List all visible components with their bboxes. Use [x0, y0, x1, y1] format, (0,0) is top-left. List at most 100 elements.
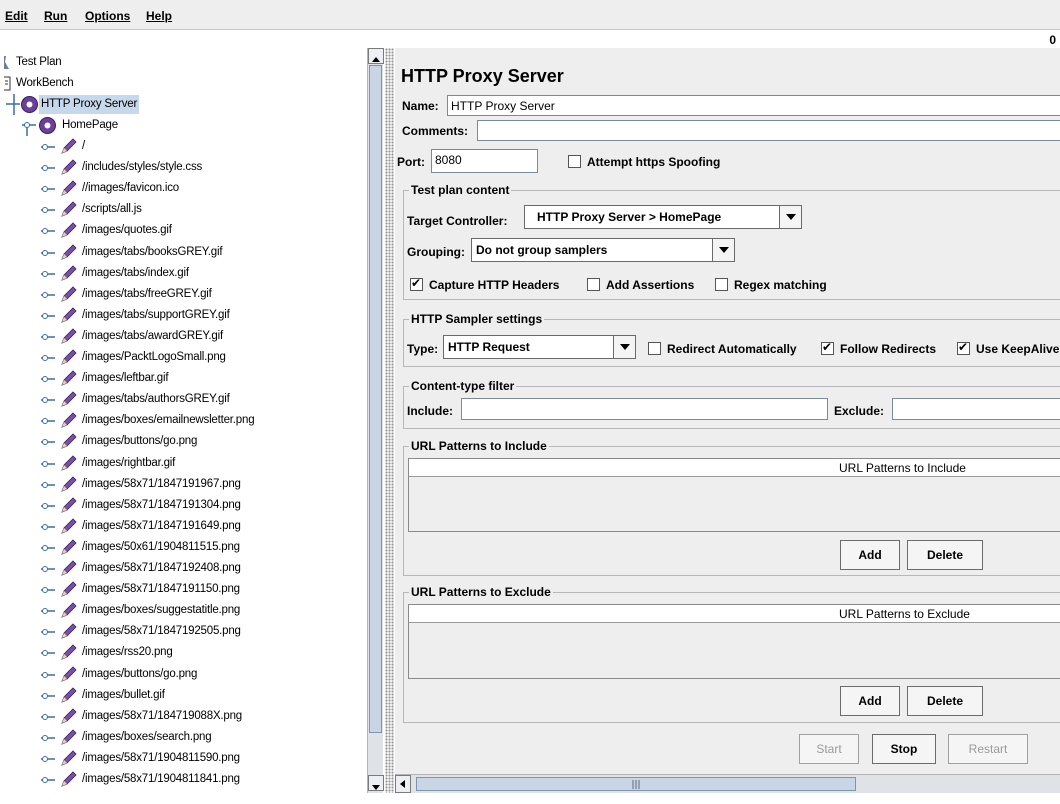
scroll-thumb[interactable]: [416, 777, 856, 791]
tree-node-sampler[interactable]: /images/58x71/1847191967.png: [4, 474, 368, 495]
tree-label: /images/tabs/index.gif: [82, 266, 189, 279]
use-keepalive-checkbox[interactable]: [957, 340, 970, 355]
tree-label: /: [82, 140, 85, 152]
include-patterns-table[interactable]: URL Patterns to Include: [408, 458, 1060, 532]
port-field[interactable]: 8080: [431, 149, 538, 173]
tree-label: /images/58x71/1904811590.png: [82, 751, 240, 764]
tree-node-sampler[interactable]: /images/58x71/1847191304.png: [4, 495, 368, 516]
tree-node-sampler[interactable]: /images/58x71/1847191150.png: [4, 579, 368, 600]
tree-connector-icon: [41, 355, 55, 361]
tree-connector-icon: [41, 249, 55, 256]
tree-connector-icon: [41, 587, 55, 594]
pencil-icon: [61, 265, 77, 281]
arrow-down-icon: [372, 785, 380, 790]
menu-run[interactable]: Run: [44, 9, 67, 23]
tree-label: HTTP Proxy Server: [39, 95, 140, 114]
regex-matching-checkbox[interactable]: [715, 278, 728, 291]
pencil-icon: [61, 391, 77, 407]
tree-node-sampler[interactable]: /images/tabs/index.gif: [4, 263, 368, 284]
tree-node-sampler[interactable]: /images/tabs/authorsGREY.gif: [4, 389, 368, 410]
tree-node-sampler[interactable]: /images/boxes/emailnewsletter.png: [4, 410, 368, 431]
tree-node-sampler[interactable]: /images/58x71/1847192408.png: [4, 558, 368, 579]
tree-connector-icon: [41, 270, 55, 277]
tree-node-sampler[interactable]: /images/58x71/1904811590.png: [4, 748, 368, 769]
tree-node-sampler[interactable]: /images/58x71/1904811841.png: [4, 769, 368, 790]
panel-horizontal-scrollbar[interactable]: [395, 774, 1060, 793]
tree-node-sampler[interactable]: //images/favicon.ico: [4, 178, 368, 199]
capture-headers-checkbox[interactable]: [410, 276, 423, 291]
grouping-label: Grouping:: [407, 245, 465, 259]
sampler-type-dropdown[interactable]: HTTP Request: [443, 335, 636, 359]
tree-node-sampler[interactable]: /images/tabs/freeGREY.gif: [4, 284, 368, 305]
tree-vertical-scrollbar[interactable]: [367, 48, 384, 793]
exclude-patterns-table[interactable]: URL Patterns to Exclude: [408, 604, 1060, 679]
tree-node-sampler[interactable]: /images/58x71/1847191649.png: [4, 516, 368, 537]
menu-options[interactable]: Options: [85, 9, 130, 23]
tree-node-sampler[interactable]: /images/58x71/1847192505.png: [4, 621, 368, 642]
table-header[interactable]: URL Patterns to Include: [409, 459, 1060, 477]
tree-label: /images/58x71/1847191649.png: [82, 519, 241, 532]
tree-node-homepage[interactable]: HomePage: [4, 115, 368, 136]
https-spoofing-checkbox[interactable]: [568, 155, 581, 168]
add-assertions-checkbox[interactable]: [587, 278, 600, 291]
tree-node-sampler[interactable]: /images/tabs/supportGREY.gif: [4, 305, 368, 326]
add-include-pattern-button[interactable]: Add: [840, 540, 900, 570]
restart-button[interactable]: Restart: [948, 734, 1028, 764]
tree-node-http-proxy-server[interactable]: HTTP Proxy Server: [4, 94, 368, 115]
tree-connector-icon: [41, 650, 55, 657]
tree-node-sampler[interactable]: /images/boxes/search.png: [4, 727, 368, 748]
start-button[interactable]: Start: [799, 734, 859, 764]
https-spoofing-label: Attempt https Spoofing: [587, 155, 721, 169]
comments-field[interactable]: [477, 120, 1060, 141]
tree-node-sampler[interactable]: /images/58x71/184719088X.png: [4, 706, 368, 727]
pencil-icon: [61, 518, 77, 534]
stop-button[interactable]: Stop: [872, 734, 936, 764]
target-controller-dropdown[interactable]: HTTP Proxy Server > HomePage: [524, 205, 802, 229]
scroll-up-button[interactable]: [368, 48, 384, 64]
tree-node-sampler[interactable]: /images/rightbar.gif: [4, 453, 368, 474]
table-header[interactable]: URL Patterns to Exclude: [409, 605, 1060, 623]
tree-node-sampler[interactable]: /images/tabs/awardGREY.gif: [4, 326, 368, 347]
include-filter-field[interactable]: [461, 398, 828, 420]
tree-node-sampler[interactable]: /images/quotes.gif: [4, 220, 368, 241]
exclude-filter-field[interactable]: [892, 398, 1060, 420]
tree-node-test-plan[interactable]: Test Plan: [4, 52, 368, 73]
tree-node-sampler[interactable]: /images/boxes/suggestatitle.png: [4, 600, 368, 621]
tree-label: /images/rss20.png: [82, 646, 173, 659]
tree-node-sampler[interactable]: /images/buttons/go.png: [4, 431, 368, 452]
tree-node-sampler[interactable]: /includes/styles/style.css: [4, 157, 368, 178]
tree-label: /images/PacktLogoSmall.png: [82, 351, 226, 363]
tree-node-sampler[interactable]: /scripts/all.js: [4, 199, 368, 220]
tree-connector-icon: [41, 481, 55, 488]
tree-node-sampler[interactable]: /images/tabs/booksGREY.gif: [4, 242, 368, 263]
capture-headers-label: Capture HTTP Headers: [429, 278, 560, 292]
dropdown-value: HTTP Proxy Server > HomePage: [537, 210, 722, 224]
add-exclude-pattern-button[interactable]: Add: [840, 686, 900, 716]
tree-connector-icon: [41, 397, 55, 404]
tree-node-sampler[interactable]: /images/rss20.png: [4, 642, 368, 663]
delete-include-pattern-button[interactable]: Delete: [907, 540, 983, 570]
tree-label: /images/boxes/search.png: [82, 730, 212, 743]
menu-edit[interactable]: Edit: [5, 9, 28, 23]
tree-node-sampler[interactable]: /images/bullet.gif: [4, 685, 368, 706]
menu-help[interactable]: Help: [146, 9, 172, 23]
tree-node-sampler[interactable]: /images/PacktLogoSmall.png: [4, 347, 368, 368]
tree-node-workbench[interactable]: WorkBench: [4, 73, 368, 94]
tree-node-sampler[interactable]: /images/50x61/1904811515.png: [4, 537, 368, 558]
follow-redirects-checkbox[interactable]: [821, 340, 834, 355]
tree-label: WorkBench: [16, 77, 74, 89]
pencil-icon: [61, 349, 77, 365]
tree-node-sampler[interactable]: /images/buttons/go.png: [4, 664, 368, 685]
grouping-dropdown[interactable]: Do not group samplers: [471, 238, 735, 262]
tree-node-sampler[interactable]: /: [4, 136, 368, 157]
split-pane-divider[interactable]: [385, 48, 394, 793]
tree-label: /images/buttons/go.png: [82, 435, 198, 448]
scroll-down-button[interactable]: [368, 775, 384, 791]
scroll-thumb[interactable]: [369, 65, 382, 733]
chevron-down-icon: [712, 239, 734, 261]
name-field[interactable]: HTTP Proxy Server: [447, 95, 1060, 116]
tree-node-sampler[interactable]: /images/leftbar.gif: [4, 368, 368, 389]
scroll-left-button[interactable]: [395, 775, 411, 793]
delete-exclude-pattern-button[interactable]: Delete: [907, 686, 983, 716]
redirect-automatically-checkbox[interactable]: [648, 342, 661, 355]
